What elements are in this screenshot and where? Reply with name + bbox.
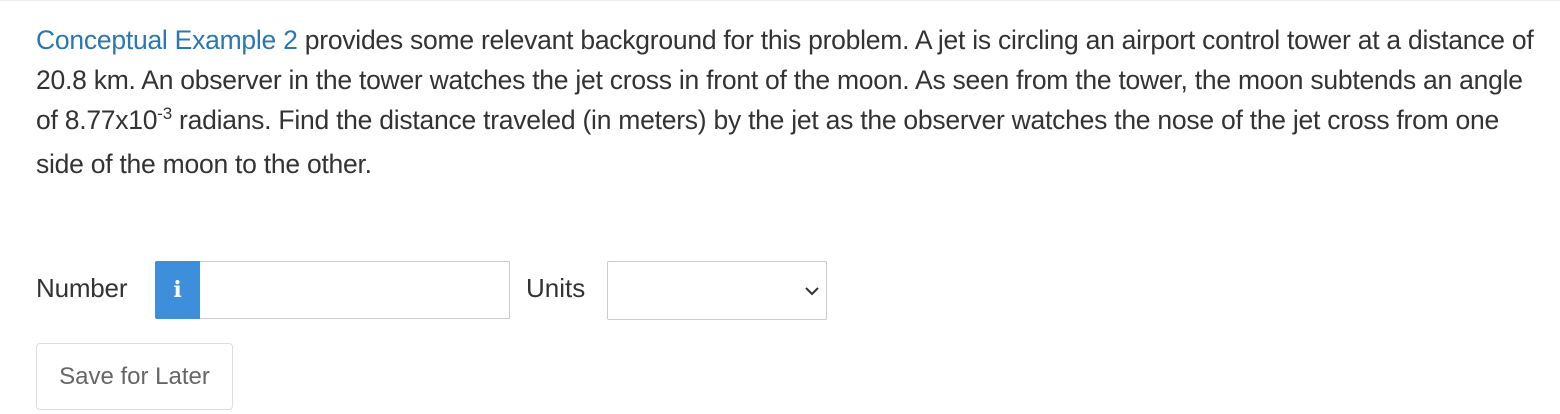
question-text: Conceptual Example 2 provides some relev… bbox=[36, 20, 1536, 184]
exponent: -3 bbox=[157, 104, 172, 123]
save-for-later-button[interactable]: Save for Later bbox=[36, 343, 233, 410]
info-icon: i bbox=[173, 277, 182, 303]
conceptual-example-link[interactable]: Conceptual Example 2 bbox=[36, 25, 298, 55]
question-panel: Conceptual Example 2 provides some relev… bbox=[0, 0, 1560, 414]
divider bbox=[0, 0, 1560, 1]
number-label: Number bbox=[36, 273, 128, 303]
info-button[interactable]: i bbox=[155, 261, 200, 319]
units-label: Units bbox=[526, 273, 586, 303]
chevron-down-icon bbox=[805, 287, 819, 296]
number-input[interactable] bbox=[200, 261, 510, 319]
units-select[interactable] bbox=[607, 261, 827, 320]
question-text-part2: radians. Find the distance traveled (in … bbox=[36, 105, 1500, 179]
